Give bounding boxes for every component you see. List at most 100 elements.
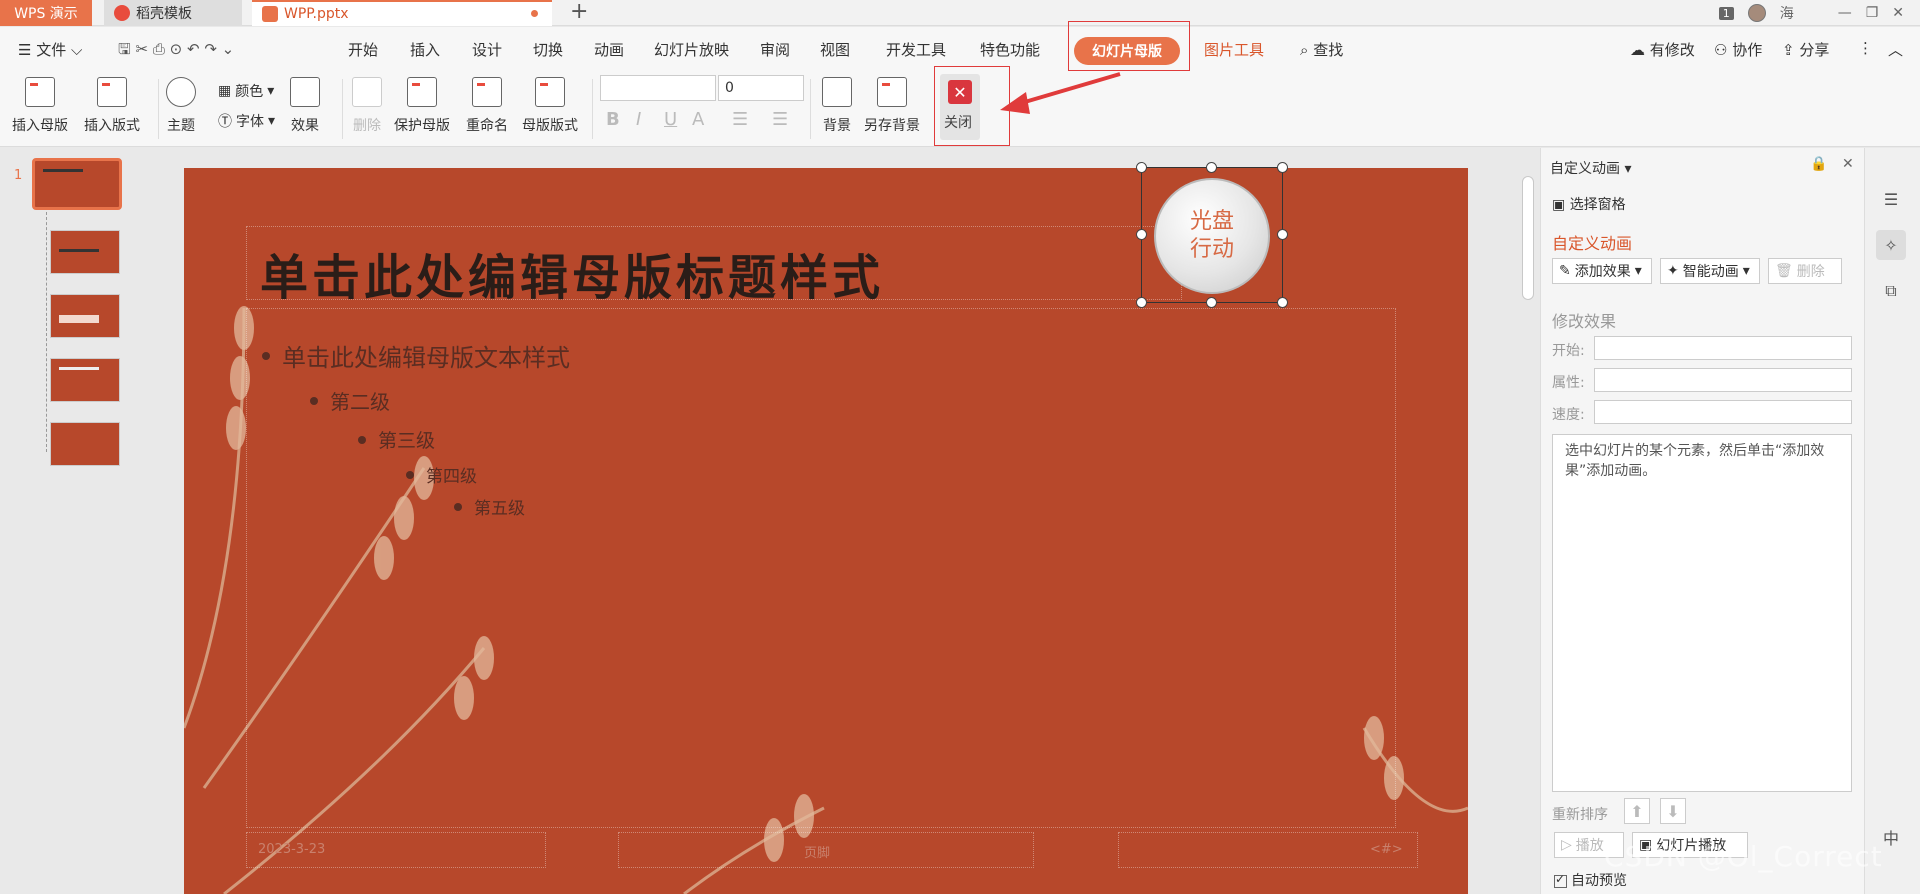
tab-file[interactable]: WPP.pptx — [252, 0, 552, 26]
underline-icon[interactable]: U — [664, 109, 677, 130]
color-button[interactable]: ▦ 颜色 ▾ — [218, 81, 274, 101]
start-select[interactable] — [1594, 336, 1852, 360]
slide-title: 单击此处编辑母版标题样式 — [260, 250, 885, 306]
tab-animation[interactable]: 动画 — [594, 39, 624, 60]
select-pane-link[interactable]: ▣ 选择窗格 — [1552, 194, 1626, 214]
tab-picture-tools[interactable]: 图片工具 — [1204, 39, 1264, 60]
rename-button[interactable]: 重命名 — [466, 77, 508, 135]
pptx-file-icon — [262, 6, 278, 22]
section-title: 自定义动画 — [1552, 234, 1633, 253]
modified-button[interactable]: ☁ 有修改 — [1630, 39, 1695, 60]
tab-design[interactable]: 设计 — [472, 39, 502, 60]
master-layout-button[interactable]: 母版版式 — [522, 77, 578, 135]
thumbnail-layout-3[interactable] — [50, 358, 120, 402]
rename-icon — [472, 77, 502, 107]
title-bar: WPS 演示 稻壳模板 WPP.pptx + 1 海 — ❐ ✕ — [0, 0, 1920, 26]
play-icon: ▷ — [1561, 837, 1572, 853]
minimize-icon[interactable]: — — [1838, 5, 1852, 21]
panel-header[interactable]: 自定义动画 ▾ — [1550, 158, 1631, 178]
resize-handle[interactable] — [1136, 297, 1147, 308]
tab-view[interactable]: 视图 — [820, 39, 850, 60]
background-button[interactable]: 背景 — [822, 77, 852, 135]
ribbon-separator — [342, 79, 343, 139]
body-placeholder[interactable] — [246, 308, 1396, 828]
font-color-icon[interactable]: A — [692, 109, 704, 130]
resize-handle[interactable] — [1206, 162, 1217, 173]
dropdown-icon: ▾ — [268, 113, 276, 129]
thumbnail-number: 1 — [14, 168, 23, 183]
thumbnail-layout-4[interactable] — [50, 422, 120, 466]
color-grid-icon: ▦ — [218, 83, 232, 99]
numbered-list-icon[interactable]: ☰ — [772, 109, 788, 130]
adjust-icon[interactable]: ☰ — [1876, 184, 1906, 214]
font-name-select[interactable] — [600, 75, 716, 101]
palette-icon — [166, 77, 196, 107]
close-window-icon[interactable]: ✕ — [1892, 5, 1904, 21]
resize-handle[interactable] — [1277, 297, 1288, 308]
thumbnail-layout-1[interactable] — [50, 230, 120, 274]
font-button[interactable]: Ⓣ 字体 ▾ — [218, 111, 275, 131]
collab-button[interactable]: ⚇ 协作 — [1714, 39, 1762, 60]
save-background-button[interactable]: 另存背景 — [864, 77, 920, 135]
tab-developer[interactable]: 开发工具 — [886, 39, 946, 60]
bullet-list-icon[interactable]: ☰ — [732, 109, 748, 130]
tab-home[interactable]: 开始 — [348, 39, 378, 60]
window-count-badge[interactable]: 1 — [1718, 6, 1734, 20]
search-button[interactable]: ⌕ 查找 — [1300, 39, 1343, 60]
scrollbar-thumb[interactable] — [1522, 176, 1534, 300]
date-text: 2023-3-23 — [258, 842, 326, 857]
tab-slideshow[interactable]: 幻灯片放映 — [654, 39, 729, 60]
restore-icon[interactable]: ❐ — [1866, 5, 1879, 21]
lock-icon[interactable]: 🔒 — [1810, 156, 1827, 172]
ribbon-separator — [592, 79, 593, 139]
thumbnail-layout-2[interactable] — [50, 294, 120, 338]
layout-icon — [535, 77, 565, 107]
smart-animation-button[interactable]: ✦ 智能动画 ▾ — [1660, 258, 1760, 284]
tab-transition[interactable]: 切换 — [533, 39, 563, 60]
property-select[interactable] — [1594, 368, 1852, 392]
effect-button[interactable]: 效果 — [290, 77, 320, 135]
speed-select[interactable] — [1594, 400, 1852, 424]
speed-label: 速度: — [1552, 407, 1585, 423]
more-icon[interactable]: ⋮ — [1858, 39, 1873, 57]
auto-preview-checkbox[interactable]: 自动预览 — [1554, 870, 1627, 890]
share-button[interactable]: ⇪ 分享 — [1782, 39, 1829, 60]
resize-handle[interactable] — [1136, 229, 1147, 240]
insert-master-button[interactable]: 插入母版 — [12, 77, 68, 135]
tab-features[interactable]: 特色功能 — [980, 39, 1040, 60]
resize-handle[interactable] — [1206, 297, 1217, 308]
font-size-select[interactable]: 0 — [718, 75, 804, 101]
delete-animation-button[interactable]: 🗑 删除 — [1768, 258, 1842, 284]
file-menu[interactable]: ☰ 文件 ⌵ — [18, 39, 82, 60]
resize-handle[interactable] — [1277, 229, 1288, 240]
avatar[interactable] — [1747, 4, 1766, 22]
new-tab-plus-icon[interactable]: + — [570, 0, 588, 26]
highlight-box-master-tab — [1068, 21, 1190, 71]
tab-wps-presentation[interactable]: WPS 演示 — [0, 0, 92, 26]
tab-review[interactable]: 审阅 — [760, 39, 790, 60]
tab-insert[interactable]: 插入 — [410, 39, 440, 60]
red-arrow-annotation — [1000, 72, 1121, 114]
dropdown-icon: ▾ — [267, 83, 275, 99]
resize-handle[interactable] — [1136, 162, 1147, 173]
italic-icon[interactable]: I — [636, 109, 641, 130]
animation-icon[interactable]: ✧ — [1876, 230, 1906, 260]
resize-handle[interactable] — [1277, 162, 1288, 173]
delete-master-button[interactable]: 删除 — [352, 77, 382, 135]
protect-master-button[interactable]: 保护母版 — [394, 77, 450, 135]
close-panel-icon[interactable]: ✕ — [1842, 156, 1854, 172]
thumbnail-master[interactable] — [32, 158, 122, 210]
insert-layout-button[interactable]: 插入版式 — [84, 77, 140, 135]
user-name[interactable]: 海 — [1780, 3, 1794, 23]
tab-template[interactable]: 稻壳模板 — [104, 0, 242, 26]
layers-icon[interactable]: ⧉ — [1876, 276, 1906, 306]
move-down-icon[interactable]: ⬇ — [1660, 798, 1686, 824]
collapse-ribbon-icon[interactable]: ︿ — [1888, 39, 1903, 60]
move-up-icon[interactable]: ⬆ — [1624, 798, 1650, 824]
theme-button[interactable]: 主题 — [166, 77, 196, 135]
bold-icon[interactable]: B — [606, 109, 620, 130]
background-icon — [822, 77, 852, 107]
add-effect-button[interactable]: ✎ 添加效果 ▾ — [1552, 258, 1652, 284]
animation-list[interactable]: 选中幻灯片的某个元素，然后单击“添加效果”添加动画。 — [1552, 434, 1852, 792]
quick-access-toolbar[interactable]: 🖫 ✂ ⎙ ⊙ ↶ ↷ ⌄ — [118, 39, 234, 64]
